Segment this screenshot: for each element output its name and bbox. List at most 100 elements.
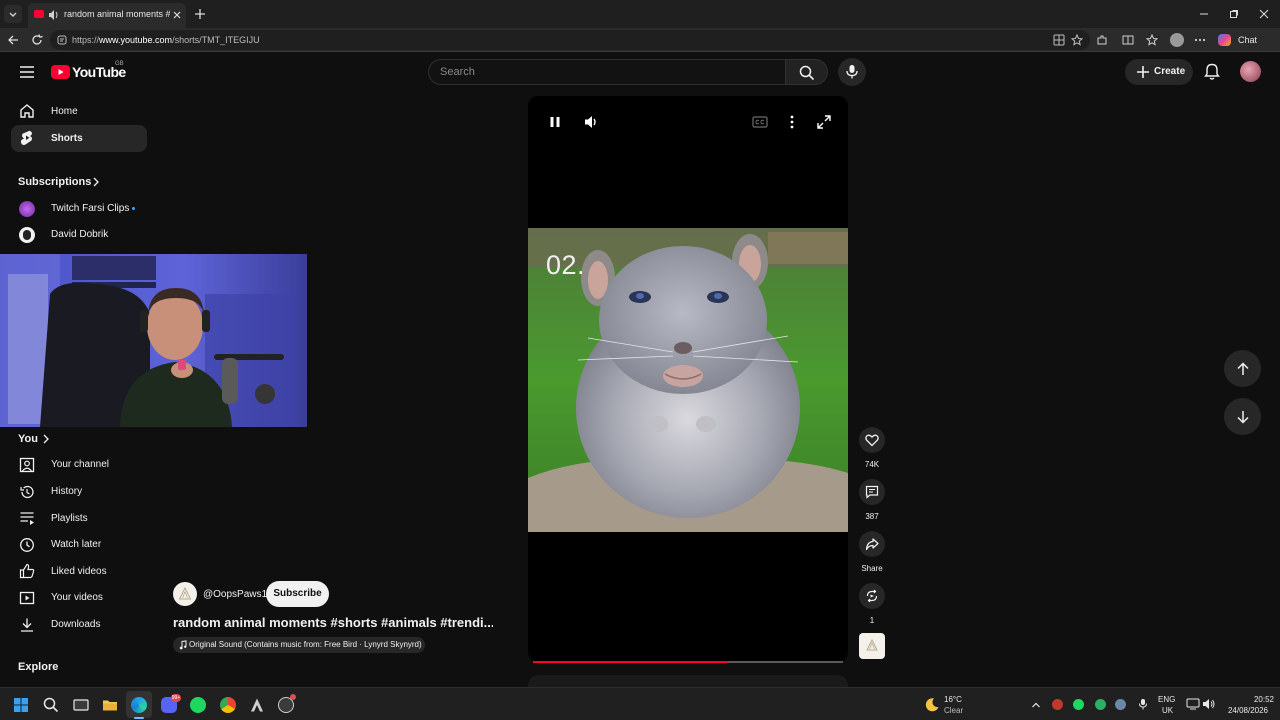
tray-steam-icon[interactable] <box>1115 699 1126 710</box>
url-host: www.youtube.com <box>99 35 173 45</box>
fullscreen-icon[interactable] <box>816 114 832 130</box>
browser-tab[interactable]: random animal moments #shorts <box>28 3 186 28</box>
windows-taskbar: 99+ 16°C Clear ENG UK 20:52 24/08/2026 <box>0 687 1280 720</box>
clock-date[interactable]: 24/08/2026 <box>1224 706 1268 715</box>
volume-icon[interactable] <box>583 114 599 130</box>
sidebar-item-shorts-label: Shorts <box>51 133 83 144</box>
sidebar-item-watch-later[interactable]: Watch later <box>51 539 101 550</box>
sidebar-item-home[interactable]: Home <box>51 106 78 117</box>
video-title[interactable]: random animal moments #shorts #animals #… <box>173 615 493 630</box>
app-available-icon[interactable] <box>1053 34 1065 46</box>
shorts-player[interactable]: 02. <box>528 96 848 662</box>
comment-count: 387 <box>865 512 879 521</box>
show-hidden-icons-icon[interactable] <box>1031 700 1041 710</box>
tab-title: random animal moments #shorts <box>64 9 170 19</box>
back-arrow-icon[interactable] <box>6 33 20 47</box>
window-close-icon[interactable] <box>1259 9 1269 19</box>
explore-heading: Explore <box>18 661 59 673</box>
you-heading[interactable]: You <box>18 433 38 445</box>
address-bar[interactable]: https://www.youtube.com/shorts/TMT_ITEGI… <box>50 30 1090 50</box>
pause-icon[interactable] <box>548 115 562 129</box>
video-frame: 02. <box>528 228 848 532</box>
extensions-icon[interactable] <box>1096 34 1108 46</box>
minimize-icon[interactable] <box>1199 9 1209 19</box>
menu-icon[interactable] <box>19 65 35 79</box>
tray-spotify-icon[interactable] <box>1073 699 1084 710</box>
watch-later-icon <box>20 538 34 552</box>
sound-thumbnail[interactable] <box>859 633 885 659</box>
create-button[interactable]: Create <box>1125 59 1193 85</box>
input-language[interactable]: ENG <box>1158 695 1175 704</box>
more-options-icon[interactable] <box>1193 33 1207 47</box>
weather-temperature: 16°C <box>944 695 962 704</box>
browser-tab-bar: random animal moments #shorts <box>0 0 1280 28</box>
copilot-chat-button[interactable]: Chat <box>1215 31 1261 49</box>
video-progress-fill <box>533 661 728 663</box>
restore-icon[interactable] <box>1229 9 1239 19</box>
comments-button[interactable] <box>859 479 885 505</box>
edge-browser-icon[interactable] <box>131 697 147 713</box>
sidebar-item-playlists[interactable]: Playlists <box>51 513 88 524</box>
new-tab-icon[interactable] <box>193 7 207 21</box>
account-avatar[interactable] <box>1240 61 1261 82</box>
sidebar-item-downloads[interactable]: Downloads <box>51 619 100 630</box>
previous-short-button[interactable] <box>1224 350 1261 387</box>
youtube-logo[interactable]: YouTube GB <box>51 61 131 83</box>
spotify-icon[interactable] <box>190 697 206 713</box>
chevron-right-icon[interactable] <box>42 434 50 444</box>
windows-start-icon[interactable] <box>13 697 29 713</box>
sidebar-subscription-david-dobrik[interactable]: David Dobrik <box>51 229 108 240</box>
sidebar-item-liked-videos[interactable]: Liked videos <box>51 566 107 577</box>
like-button[interactable] <box>859 427 885 453</box>
your-videos-icon <box>19 591 35 605</box>
profile-avatar[interactable] <box>1170 33 1184 47</box>
tab-actions-button[interactable] <box>4 5 22 23</box>
voice-search-button[interactable] <box>838 58 866 86</box>
volume-tray-icon[interactable] <box>1202 698 1216 710</box>
sound-attribution-link[interactable]: Original Sound (Contains music from: Fre… <box>173 637 425 653</box>
close-icon[interactable] <box>172 10 182 20</box>
search-icon <box>799 65 815 81</box>
favorite-star-icon[interactable] <box>1071 34 1083 46</box>
arrow-up-icon <box>1237 362 1249 375</box>
subscriptions-heading[interactable]: Subscriptions <box>18 176 91 188</box>
notifications-bell-icon[interactable] <box>1204 63 1220 81</box>
notification-badge: 99+ <box>171 694 181 702</box>
channel-avatar[interactable] <box>173 582 197 606</box>
sidebar-item-your-channel[interactable]: Your channel <box>51 459 109 470</box>
file-explorer-icon[interactable] <box>102 697 118 713</box>
tray-antivirus-icon[interactable] <box>1052 699 1063 710</box>
chevron-right-icon[interactable] <box>92 177 100 187</box>
search-button[interactable] <box>786 59 828 85</box>
channel-name-link[interactable]: @OopsPaws1 <box>203 589 267 600</box>
closed-captions-icon[interactable] <box>752 116 768 128</box>
taskbar-search-icon[interactable] <box>43 697 59 713</box>
remix-button[interactable] <box>859 583 885 609</box>
clock-time[interactable]: 20:52 <box>1238 695 1274 704</box>
site-info-icon[interactable] <box>57 35 67 45</box>
next-short-button[interactable] <box>1224 398 1261 435</box>
streamer-webcam-image <box>0 254 307 427</box>
app-launcher-icon[interactable] <box>249 697 265 713</box>
history-icon <box>20 485 34 499</box>
sidebar-item-your-videos[interactable]: Your videos <box>51 592 103 603</box>
refresh-icon[interactable] <box>30 33 44 47</box>
sidebar-item-history[interactable]: History <box>51 486 82 497</box>
sidebar-subscription-twitch-farsi-clips[interactable]: Twitch Farsi Clips <box>51 203 129 214</box>
share-button[interactable] <box>859 531 885 557</box>
split-screen-icon[interactable] <box>1122 34 1134 46</box>
network-icon[interactable] <box>1186 698 1200 710</box>
collections-icon[interactable] <box>1146 34 1158 46</box>
search-input[interactable]: Search <box>428 59 786 85</box>
chrome-icon[interactable] <box>220 697 236 713</box>
home-icon <box>20 104 34 118</box>
microphone-icon <box>846 65 858 79</box>
task-view-icon[interactable] <box>73 697 89 713</box>
new-content-dot <box>132 207 135 210</box>
tray-microphone-icon[interactable] <box>1138 698 1148 710</box>
music-note-icon <box>179 640 187 650</box>
keyboard-region[interactable]: UK <box>1162 706 1173 715</box>
subscribe-button[interactable]: Subscribe <box>266 581 329 607</box>
more-vertical-icon[interactable] <box>788 114 796 130</box>
tray-status-icon[interactable] <box>1095 699 1106 710</box>
